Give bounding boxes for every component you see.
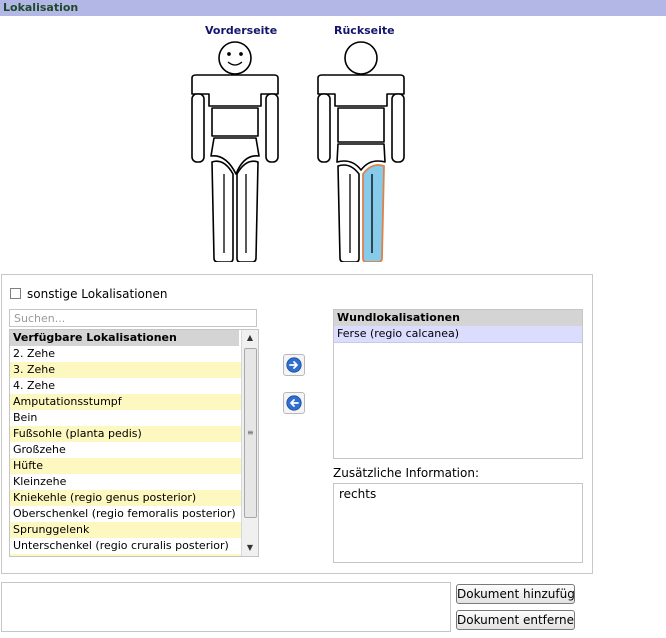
list-scrollbar[interactable]: ▲ ≡ ▼	[241, 330, 258, 556]
front-right-leg[interactable]	[211, 160, 234, 262]
additional-info-field[interactable]: rechts	[333, 483, 583, 563]
wound-locations-list[interactable]: Wundlokalisationen Ferse (regio calcanea…	[333, 309, 583, 459]
grip-icon: ≡	[247, 428, 254, 437]
list-item[interactable]: Großzehe	[10, 442, 241, 458]
front-right-arm[interactable]	[191, 93, 205, 163]
front-label: Vorderseite	[205, 24, 278, 37]
arrow-right-icon	[286, 357, 302, 373]
list-item-partial[interactable]	[10, 554, 241, 556]
list-item[interactable]: Amputationsstumpf	[10, 394, 241, 410]
front-head[interactable]	[218, 41, 252, 75]
back-torso[interactable]	[337, 107, 385, 143]
title-bar: Lokalisation	[0, 0, 666, 16]
back-shoulders[interactable]	[317, 74, 405, 107]
add-document-button[interactable]: Dokument hinzufügen	[456, 584, 575, 604]
scroll-up-icon[interactable]: ▲	[242, 330, 258, 346]
front-body-figure[interactable]	[186, 38, 286, 262]
scroll-thumb[interactable]: ≡	[244, 348, 257, 518]
wound-locations-header: Wundlokalisationen	[334, 310, 582, 326]
remove-document-button[interactable]: Dokument entfernen	[456, 610, 575, 630]
additional-info-label: Zusätzliche Information:	[333, 466, 480, 480]
available-locations-list[interactable]: Verfügbare Lokalisationen 2. Zehe 3. Zeh…	[9, 329, 259, 557]
list-item[interactable]: Oberschenkel (regio femoralis posterior)	[10, 506, 241, 522]
list-item[interactable]: Hüfte	[10, 458, 241, 474]
page-title: Lokalisation	[3, 1, 79, 14]
list-item[interactable]: Unterschenkel (regio cruralis posterior)	[10, 538, 241, 554]
list-item[interactable]: Sprunggelenk	[10, 522, 241, 538]
back-right-arm[interactable]	[391, 93, 405, 163]
list-item[interactable]: 2. Zehe	[10, 346, 241, 362]
scroll-down-icon[interactable]: ▼	[242, 540, 258, 556]
list-item[interactable]: Fußsohle (planta pedis)	[10, 426, 241, 442]
list-item[interactable]: 4. Zehe	[10, 378, 241, 394]
list-item[interactable]: Kniekehle (regio genus posterior)	[10, 490, 241, 506]
other-locations-label: sonstige Lokalisationen	[27, 287, 168, 301]
back-label: Rückseite	[334, 24, 395, 37]
back-right-leg-highlighted[interactable]	[362, 164, 385, 262]
list-item[interactable]: 3. Zehe	[10, 362, 241, 378]
back-left-leg[interactable]	[337, 164, 360, 262]
arrow-left-icon	[286, 395, 302, 411]
front-left-leg[interactable]	[236, 160, 259, 262]
front-left-arm[interactable]	[265, 93, 279, 163]
remove-location-button[interactable]	[283, 392, 305, 414]
list-item[interactable]: Kleinzehe	[10, 474, 241, 490]
back-head[interactable]	[344, 41, 378, 75]
list-item[interactable]: Bein	[10, 410, 241, 426]
back-body-figure[interactable]	[312, 38, 412, 262]
front-shoulders[interactable]	[191, 74, 279, 107]
back-left-arm[interactable]	[317, 93, 331, 163]
list-item[interactable]: Ferse (regio calcanea)	[334, 326, 582, 343]
front-chest[interactable]	[211, 107, 259, 137]
document-area[interactable]	[1, 582, 451, 632]
available-locations-header: Verfügbare Lokalisationen	[10, 330, 239, 346]
other-locations-checkbox[interactable]	[10, 288, 21, 299]
add-location-button[interactable]	[283, 354, 305, 376]
search-input[interactable]	[9, 309, 257, 327]
